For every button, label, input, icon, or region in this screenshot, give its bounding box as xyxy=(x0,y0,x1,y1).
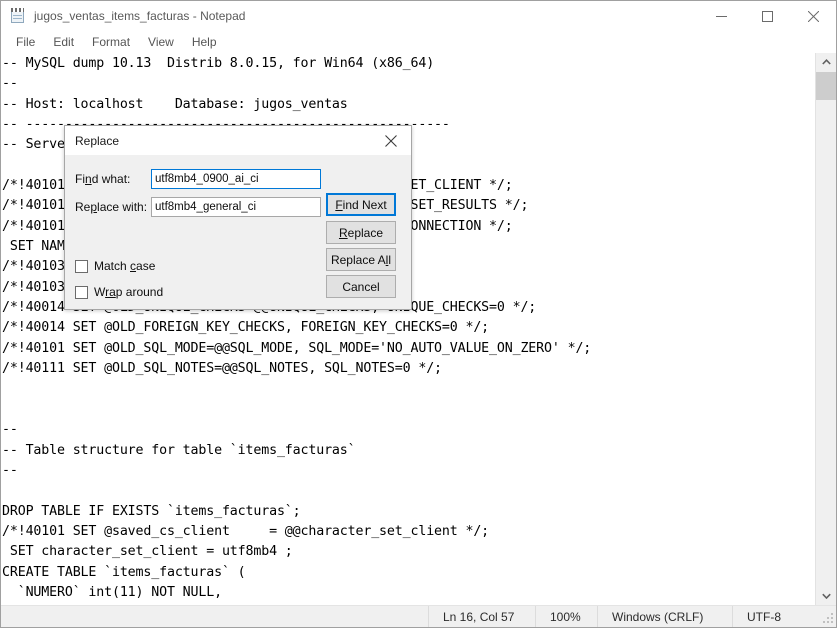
dialog-title-bar: Replace xyxy=(65,126,411,155)
close-icon[interactable] xyxy=(790,1,836,31)
dialog-body: Find what: Replace with: Find Next Repla… xyxy=(65,155,411,309)
menu-bar: File Edit Format View Help xyxy=(1,31,836,53)
vertical-scrollbar[interactable] xyxy=(815,53,836,605)
replace-button[interactable]: Replace xyxy=(326,221,396,244)
status-encoding: UTF-8 xyxy=(732,606,836,627)
status-zoom-level[interactable]: 100% xyxy=(535,606,597,627)
chevron-down-icon[interactable] xyxy=(816,587,836,605)
maximize-icon[interactable] xyxy=(744,1,790,31)
close-icon[interactable] xyxy=(371,126,411,155)
title-bar: jugos_ventas_items_facturas - Notepad xyxy=(1,1,836,31)
notepad-window: jugos_ventas_items_facturas - Notepad Fi… xyxy=(0,0,837,628)
status-cursor-position: Ln 16, Col 57 xyxy=(428,606,535,627)
replace-dialog: Replace Find what: Replace with: Find Ne… xyxy=(64,125,412,310)
menu-item-file[interactable]: File xyxy=(7,33,44,51)
menu-item-format[interactable]: Format xyxy=(83,33,139,51)
replace-all-button[interactable]: Replace All xyxy=(326,248,396,271)
find-what-input[interactable] xyxy=(151,169,321,189)
wrap-around-row[interactable]: Wrap around xyxy=(75,285,163,299)
menu-item-edit[interactable]: Edit xyxy=(44,33,83,51)
match-case-row[interactable]: Match case xyxy=(75,259,155,273)
window-controls xyxy=(698,1,836,31)
notepad-icon xyxy=(10,8,26,24)
menu-item-help[interactable]: Help xyxy=(183,33,226,51)
window-title: jugos_ventas_items_facturas - Notepad xyxy=(34,9,246,23)
wrap-around-checkbox[interactable] xyxy=(75,285,88,299)
replace-with-input[interactable] xyxy=(151,197,321,217)
status-bar: Ln 16, Col 57 100% Windows (CRLF) UTF-8 xyxy=(1,605,836,627)
menu-item-view[interactable]: View xyxy=(139,33,183,51)
minimize-icon[interactable] xyxy=(698,1,744,31)
find-next-button[interactable]: Find Next xyxy=(326,193,396,216)
match-case-checkbox[interactable] xyxy=(75,259,88,273)
scrollbar-thumb[interactable] xyxy=(816,72,836,100)
chevron-up-icon[interactable] xyxy=(816,53,836,71)
replace-with-label: Replace with: xyxy=(75,200,148,214)
find-what-row: Find what: xyxy=(75,169,321,189)
status-line-ending: Windows (CRLF) xyxy=(597,606,732,627)
replace-with-row: Replace with: xyxy=(75,197,321,217)
cancel-button[interactable]: Cancel xyxy=(326,275,396,298)
find-what-label: Find what: xyxy=(75,172,131,186)
status-bar-spacer xyxy=(1,606,428,627)
resize-grip-icon[interactable] xyxy=(822,613,834,625)
dialog-title: Replace xyxy=(75,133,120,148)
match-case-label: Match case xyxy=(94,259,156,273)
wrap-around-label: Wrap around xyxy=(94,285,164,299)
